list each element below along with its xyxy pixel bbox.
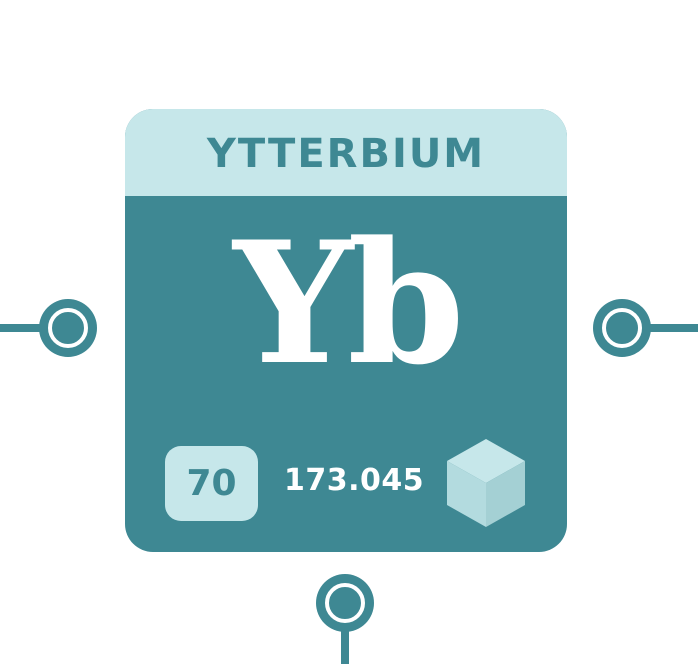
- left-connector-node-icon: [39, 299, 97, 357]
- atomic-number: 70: [186, 463, 237, 504]
- element-symbol: Yb: [233, 204, 464, 402]
- element-tile: YTTERBIUM Yb 70 173.045: [125, 109, 567, 552]
- cube-icon: [447, 439, 525, 527]
- right-connector-node-icon: [593, 299, 651, 357]
- atomic-number-badge: 70: [165, 446, 258, 521]
- element-header: YTTERBIUM: [125, 109, 567, 196]
- atomic-mass: 173.045: [284, 463, 425, 498]
- element-name: YTTERBIUM: [206, 130, 486, 177]
- bottom-connector-node-icon: [316, 574, 374, 632]
